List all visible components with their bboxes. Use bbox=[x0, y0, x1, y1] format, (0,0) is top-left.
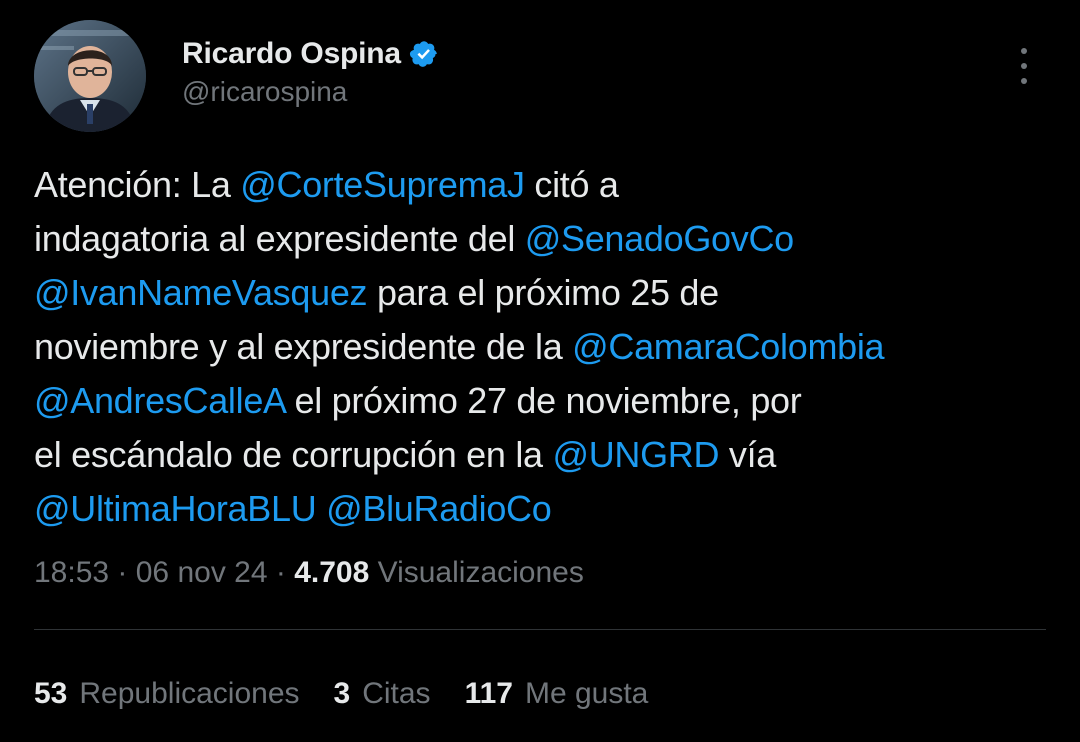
tweet-line: Atención: La @CorteSupremaJ citó a bbox=[34, 158, 1044, 212]
mention-link[interactable]: @CorteSupremaJ bbox=[240, 164, 525, 205]
tweet-line: indagatoria al expresidente del @SenadoG… bbox=[34, 212, 1044, 266]
mention-link[interactable]: @IvanNameVasquez bbox=[34, 272, 368, 313]
mention-link[interactable]: @UNGRD bbox=[552, 434, 719, 475]
tweet-text-segment: el próximo 27 de noviembre, por bbox=[284, 380, 802, 421]
quotes-label: Citas bbox=[362, 677, 431, 710]
reposts-stat[interactable]: 53 Republicaciones bbox=[34, 674, 300, 714]
tweet-text-segment: el escándalo de corrupción en la bbox=[34, 434, 553, 475]
mention-link[interactable]: @UltimaHoraBLU bbox=[34, 488, 317, 529]
likes-label: Me gusta bbox=[524, 677, 649, 710]
verified-badge-icon[interactable] bbox=[409, 39, 439, 69]
tweet-line: @UltimaHoraBLU @BluRadioCo bbox=[34, 482, 1044, 536]
more-dot bbox=[1021, 78, 1027, 84]
tweet: Ricardo Ospina @ricarospina Atención: La… bbox=[0, 0, 1080, 742]
tweet-text-segment: noviembre y al expresidente de la bbox=[34, 326, 573, 367]
avatar-photo bbox=[34, 20, 146, 132]
more-dot bbox=[1021, 48, 1027, 54]
tweet-text-segment: citó a bbox=[524, 164, 619, 205]
tweet-line: noviembre y al expresidente de la @Camar… bbox=[34, 320, 1044, 374]
mention-link[interactable]: @BluRadioCo bbox=[326, 488, 552, 529]
more-dot bbox=[1021, 63, 1027, 69]
mention-link[interactable]: @AndresCalleA bbox=[34, 380, 285, 421]
author-name-row: Ricardo Ospina bbox=[182, 36, 439, 72]
display-name[interactable]: Ricardo Ospina bbox=[182, 37, 401, 71]
tweet-text-segment: indagatoria al expresidente del bbox=[34, 218, 525, 259]
engagement-stats: 53 Republicaciones 3 Citas 117 Me gusta bbox=[34, 674, 682, 714]
tweet-meta: 18:53 · 06 nov 24 · 4.708 Visualizacione… bbox=[34, 553, 584, 593]
more-options-icon[interactable] bbox=[1008, 44, 1040, 88]
tweet-line: el escándalo de corrupción en la @UNGRD … bbox=[34, 428, 1044, 482]
avatar[interactable] bbox=[34, 20, 146, 132]
author-handle[interactable]: @ricarospina bbox=[182, 76, 347, 108]
likes-stat[interactable]: 117 Me gusta bbox=[465, 674, 649, 714]
quotes-stat[interactable]: 3 Citas bbox=[334, 674, 431, 714]
quotes-count: 3 bbox=[333, 677, 351, 710]
divider bbox=[34, 629, 1046, 630]
likes-count: 117 bbox=[464, 677, 513, 710]
mention-link[interactable]: @CamaraColombia bbox=[572, 326, 884, 367]
tweet-text-segment bbox=[316, 488, 326, 529]
tweet-text: Atención: La @CorteSupremaJ citó a indag… bbox=[34, 158, 1044, 536]
views-label: Visualizaciones bbox=[369, 556, 584, 589]
tweet-line: @AndresCalleA el próximo 27 de noviembre… bbox=[34, 374, 1044, 428]
tweet-text-segment: para el próximo 25 de bbox=[367, 272, 719, 313]
tweet-text-segment: vía bbox=[719, 434, 777, 475]
reposts-count: 53 bbox=[34, 677, 68, 710]
meta-separator: · bbox=[109, 556, 136, 589]
tweet-time[interactable]: 18:53 bbox=[34, 556, 109, 589]
views-count: 4.708 bbox=[294, 556, 370, 589]
mention-link[interactable]: @SenadoGovCo bbox=[525, 218, 794, 259]
tweet-line: @IvanNameVasquez para el próximo 25 de bbox=[34, 266, 1044, 320]
meta-separator: · bbox=[267, 556, 295, 589]
tweet-text-segment: Atención: La bbox=[34, 164, 241, 205]
tweet-date[interactable]: 06 nov 24 bbox=[136, 556, 268, 589]
reposts-label: Republicaciones bbox=[79, 677, 300, 710]
